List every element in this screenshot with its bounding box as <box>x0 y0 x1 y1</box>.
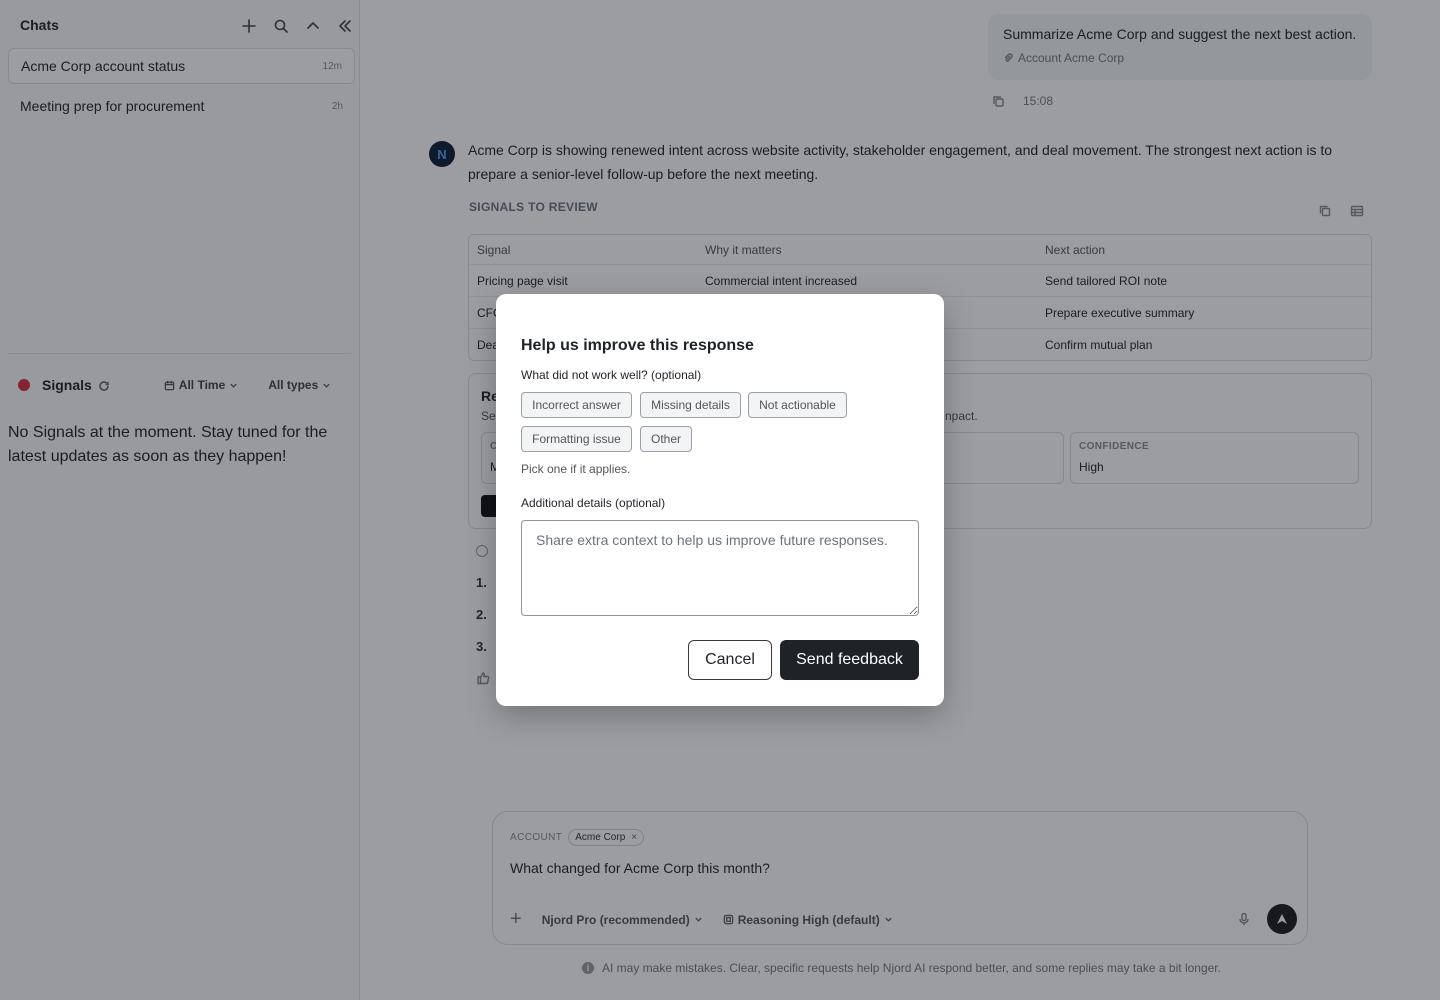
cancel-button[interactable]: Cancel <box>688 640 772 680</box>
details-label: Additional details (optional) <box>521 496 666 510</box>
send-feedback-button[interactable]: Send feedback <box>780 640 919 680</box>
feedback-details-textarea[interactable] <box>521 520 919 616</box>
feedback-dialog: Help us improve this response What did n… <box>496 294 944 706</box>
option-incorrect-answer[interactable]: Incorrect answer <box>521 392 632 418</box>
options-hint: Pick one if it applies. <box>521 462 631 476</box>
option-formatting-issue[interactable]: Formatting issue <box>521 426 632 452</box>
dialog-title: Help us improve this response <box>521 337 754 354</box>
option-not-actionable[interactable]: Not actionable <box>748 392 847 418</box>
feedback-question: What did not work well? (optional) <box>521 368 702 382</box>
option-other[interactable]: Other <box>640 426 692 452</box>
option-missing-details[interactable]: Missing details <box>640 392 741 418</box>
